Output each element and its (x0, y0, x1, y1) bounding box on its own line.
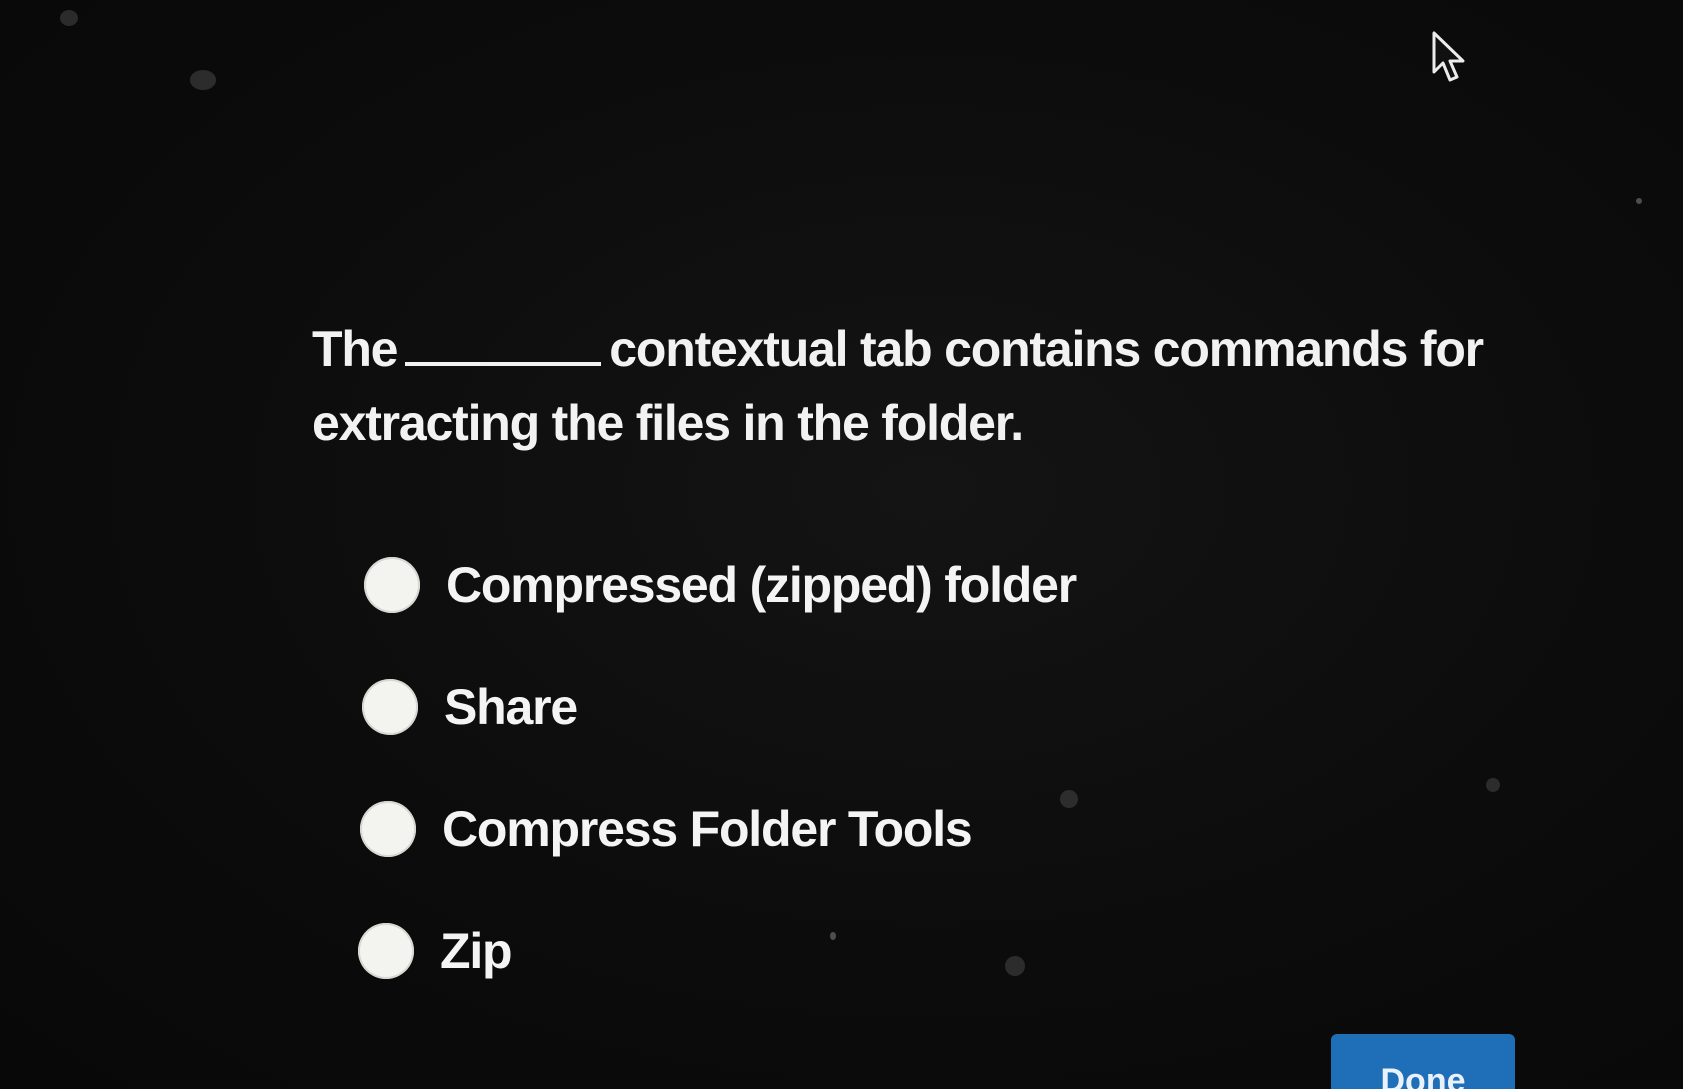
radio-button[interactable] (358, 923, 414, 979)
option-label: Zip (440, 923, 513, 979)
option-label: Compress Folder Tools (442, 801, 973, 857)
option-label: Compressed (zipped) folder (446, 557, 1077, 613)
option-share[interactable]: Share (362, 678, 578, 736)
dust-speck (1005, 956, 1025, 976)
mouse-pointer-icon (1432, 31, 1465, 82)
option-compressed-zipped-folder[interactable]: Compressed (zipped) folder (364, 556, 1077, 614)
question-prefix: The (312, 321, 399, 377)
radio-button[interactable] (360, 801, 416, 857)
radio-button[interactable] (364, 557, 420, 613)
dust-speck (190, 70, 216, 90)
dust-speck (1636, 198, 1642, 204)
question-text: The contextual tab contains commands for … (312, 312, 1492, 460)
radio-button[interactable] (362, 679, 418, 735)
option-label: Share (444, 679, 578, 735)
option-zip[interactable]: Zip (358, 922, 513, 980)
answer-blank (405, 322, 602, 366)
dust-speck (1486, 778, 1500, 792)
dust-speck (830, 932, 836, 940)
done-button[interactable]: Done (1331, 1034, 1515, 1089)
quiz-screen: The contextual tab contains commands for … (0, 0, 1683, 1089)
dust-speck (60, 10, 78, 26)
dust-speck (1060, 790, 1078, 808)
option-compress-folder-tools[interactable]: Compress Folder Tools (360, 800, 973, 858)
